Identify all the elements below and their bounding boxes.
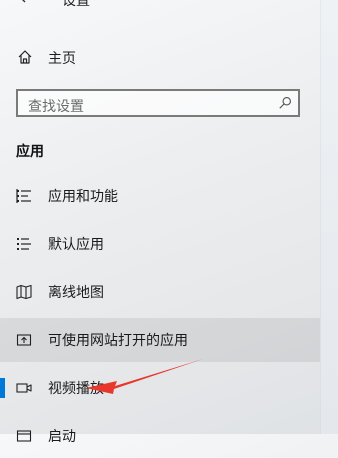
title-bar: 设置: [0, 0, 320, 12]
nav-item-startup[interactable]: 启动: [0, 414, 320, 458]
default-apps-icon: [17, 238, 31, 250]
video-icon: [16, 383, 32, 393]
search-input[interactable]: 查找设置: [16, 89, 300, 117]
offline-map-icon: [16, 284, 32, 300]
nav-item-label: 离线地图: [48, 285, 104, 301]
home-label: 主页: [48, 51, 76, 67]
nav-item-video-playback[interactable]: 视频播放: [0, 366, 320, 410]
nav-item-label: 视频播放: [48, 381, 104, 397]
nav-item-offline-maps[interactable]: 离线地图: [0, 270, 320, 314]
search-placeholder: 查找设置: [28, 99, 84, 115]
back-arrow-icon[interactable]: [15, 0, 31, 4]
right-pane-edge: [320, 0, 338, 434]
apps-list-icon: [16, 189, 31, 203]
home-icon: [18, 50, 32, 64]
window-title: 设置: [62, 0, 90, 9]
search-icon[interactable]: [278, 96, 292, 110]
web-open-icon: [16, 334, 32, 346]
nav-item-apps-features[interactable]: 应用和功能: [0, 174, 320, 218]
nav-item-label: 默认应用: [48, 237, 104, 253]
nav-item-label: 启动: [48, 429, 76, 445]
nav-item-default-apps[interactable]: 默认应用: [0, 222, 320, 266]
section-heading-apps: 应用: [16, 144, 44, 160]
home-nav-item[interactable]: 主页: [0, 42, 320, 72]
startup-icon: [16, 430, 32, 442]
nav-item-label: 可使用网站打开的应用: [48, 333, 188, 349]
nav-item-apps-for-websites[interactable]: 可使用网站打开的应用: [0, 318, 320, 362]
nav-item-label: 应用和功能: [48, 189, 118, 205]
